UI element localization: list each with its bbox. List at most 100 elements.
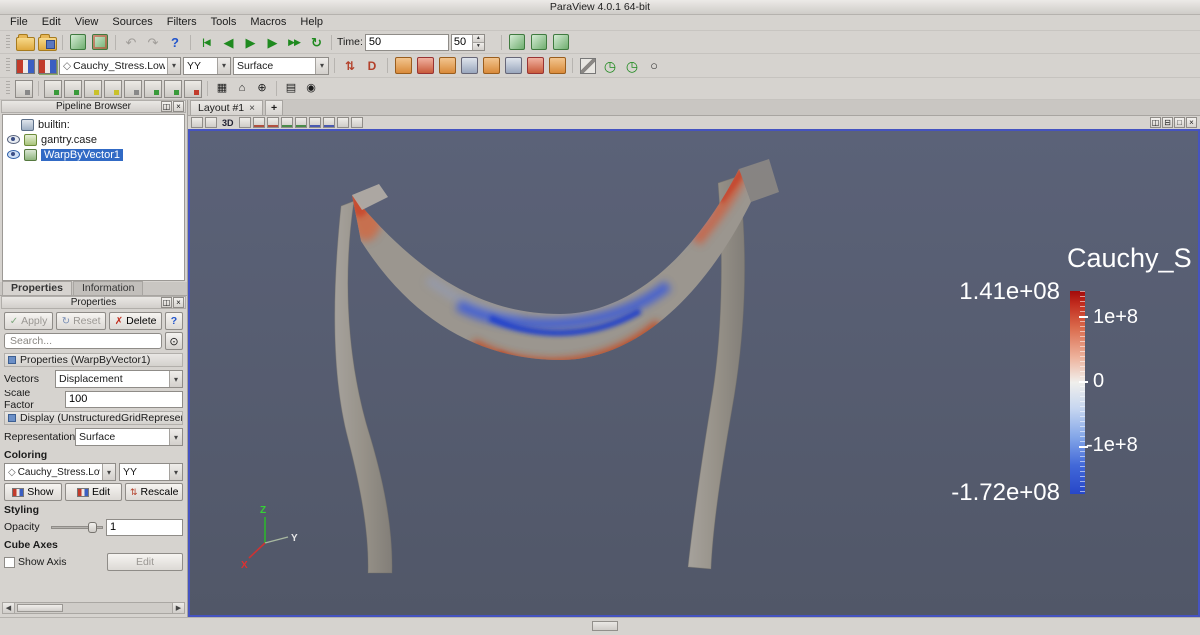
section-display[interactable]: Display (UnstructuredGridRepresentation (4, 411, 183, 425)
temporal-interpolate-icon[interactable]: ◷ (600, 56, 620, 76)
select-points-on-icon[interactable] (64, 80, 82, 98)
loop-icon[interactable]: ↻ (306, 32, 326, 52)
menu-edit[interactable]: Edit (35, 15, 68, 30)
scrollbar-thumb[interactable] (592, 621, 618, 631)
spin-down-icon[interactable]: ▼ (473, 43, 484, 50)
representation-combo[interactable]: Surface ▾ (233, 57, 329, 75)
pipeline-item-label[interactable]: WarpByVector1 (41, 149, 123, 161)
vectors-combo[interactable]: Displacement ▾ (55, 370, 183, 388)
delete-button[interactable]: ✗Delete (109, 312, 162, 330)
close-layout-icon[interactable]: × (249, 103, 255, 114)
undock-icon[interactable]: ◫ (161, 101, 172, 112)
rescale-custom-icon[interactable]: D (362, 56, 382, 76)
clip-icon[interactable] (439, 57, 456, 74)
previous-frame-icon[interactable]: ◀ (218, 32, 238, 52)
section-properties[interactable]: Properties (WarpByVector1) (4, 353, 183, 367)
properties-hscrollbar[interactable]: ◀ ▶ (2, 602, 185, 614)
redo-icon[interactable]: ↷ (143, 32, 163, 52)
menu-sources[interactable]: Sources (105, 15, 159, 30)
slider-thumb-icon[interactable] (88, 522, 97, 533)
rotate-cw-icon[interactable] (351, 117, 363, 128)
render-view[interactable]: Z Y X Cauchy_S 1.41e+08 1e+8 0 -1e+8 -1.… (188, 129, 1200, 617)
layout-tab[interactable]: Layout #1 × (190, 100, 263, 115)
next-frame-icon[interactable]: ▶ (262, 32, 282, 52)
spreadsheet-view-icon[interactable] (15, 80, 33, 98)
color-array-combo[interactable]: ◇ Cauchy_Stress.Lower ▾ (59, 57, 181, 75)
pipeline-item-warpbyvector[interactable]: WarpByVector1 (3, 147, 184, 162)
show-center-axes-icon[interactable] (509, 34, 525, 50)
set-view-minus-z-icon[interactable] (323, 117, 335, 128)
dropdown-arrow-icon[interactable]: ▾ (169, 429, 182, 445)
help-button[interactable]: ? (165, 312, 183, 330)
maximize-view-icon[interactable]: □ (1174, 117, 1185, 128)
menu-filters[interactable]: Filters (160, 15, 204, 30)
menu-file[interactable]: File (3, 15, 35, 30)
set-view-plus-x-icon[interactable] (253, 117, 265, 128)
tab-information[interactable]: Information (73, 281, 144, 295)
zoom-to-box-icon[interactable]: ▦ (213, 80, 231, 98)
close-icon[interactable]: × (173, 297, 184, 308)
rotate-ccw-icon[interactable] (337, 117, 349, 128)
probe-location-icon[interactable]: ◉ (302, 80, 320, 98)
connect-server-icon[interactable] (70, 34, 86, 50)
capture-screenshot-icon[interactable] (205, 117, 217, 128)
dropdown-arrow-icon[interactable]: ▾ (217, 58, 230, 74)
visibility-eye-icon[interactable] (7, 135, 20, 144)
frame-spinbox[interactable]: ▲▼ (451, 34, 485, 51)
edit-colormap-icon[interactable] (38, 59, 57, 74)
opacity-slider[interactable] (51, 519, 103, 535)
slice-icon[interactable] (461, 57, 478, 74)
frame-spin-buttons[interactable]: ▲▼ (472, 35, 484, 50)
pipeline-item-gantry[interactable]: gantry.case (3, 132, 184, 147)
clear-selection-icon[interactable] (184, 80, 202, 98)
select-cells-on-icon[interactable] (44, 80, 62, 98)
scale-factor-input[interactable] (65, 391, 183, 408)
split-horizontal-icon[interactable]: ◫ (1150, 117, 1161, 128)
search-options-icon[interactable]: ⊙ (165, 332, 183, 350)
visibility-eye-icon[interactable] (7, 150, 20, 159)
set-rotation-center-icon[interactable]: ⊕ (253, 80, 271, 98)
calculator-icon[interactable] (395, 57, 412, 74)
dropdown-arrow-icon[interactable]: ▾ (169, 371, 182, 387)
cube-axes-edit-button[interactable]: Edit (107, 553, 183, 571)
pipeline-item-label[interactable]: builtin: (38, 119, 70, 131)
scrollbar-thumb[interactable] (17, 604, 63, 612)
help-icon[interactable]: ? (165, 32, 185, 52)
component-combo[interactable]: YY ▾ (183, 57, 231, 75)
find-data-icon[interactable]: ○ (644, 56, 664, 76)
spin-up-icon[interactable]: ▲ (473, 35, 484, 43)
set-view-minus-y-icon[interactable] (295, 117, 307, 128)
select-block-icon[interactable] (124, 80, 142, 98)
ruler-icon[interactable]: ▤ (282, 80, 300, 98)
dropdown-arrow-icon[interactable]: ▾ (102, 464, 115, 480)
opacity-input[interactable] (106, 519, 183, 536)
edit-colormap-button[interactable]: Edit (65, 483, 123, 501)
search-input[interactable] (4, 333, 162, 349)
reset-center-icon[interactable] (553, 34, 569, 50)
play-icon[interactable]: ▶ (240, 32, 260, 52)
scroll-left-icon[interactable]: ◀ (3, 603, 15, 613)
first-frame-icon[interactable]: |◀ (196, 32, 216, 52)
toolbar-grip[interactable] (6, 58, 10, 73)
select-points-through-icon[interactable] (104, 80, 122, 98)
pipeline-item-label[interactable]: gantry.case (41, 134, 97, 146)
set-view-plus-z-icon[interactable] (309, 117, 321, 128)
tab-properties[interactable]: Properties (2, 281, 72, 295)
dropdown-arrow-icon[interactable]: ▾ (167, 58, 180, 74)
time-input[interactable] (365, 34, 449, 51)
dropdown-arrow-icon[interactable]: ▾ (169, 464, 182, 480)
coloring-array-combo[interactable]: ◇ Cauchy_Stress.Lower ▾ (4, 463, 116, 481)
export-view-icon[interactable] (191, 117, 203, 128)
disconnect-server-icon[interactable] (92, 34, 108, 50)
settings-wrench-icon[interactable] (580, 58, 596, 74)
show-axis-checkbox[interactable] (4, 557, 15, 568)
undo-icon[interactable]: ↶ (121, 32, 141, 52)
last-frame-icon[interactable]: ▶▶ (284, 32, 304, 52)
color-legend-icon[interactable] (16, 59, 35, 74)
menu-macros[interactable]: Macros (243, 15, 293, 30)
extract-subset-icon[interactable] (505, 57, 522, 74)
rescale-button[interactable]: ⇅Rescale (125, 483, 183, 501)
interactive-select-points-icon[interactable] (164, 80, 182, 98)
reset-camera-icon[interactable]: ⌂ (233, 80, 251, 98)
set-view-minus-x-icon[interactable] (267, 117, 279, 128)
